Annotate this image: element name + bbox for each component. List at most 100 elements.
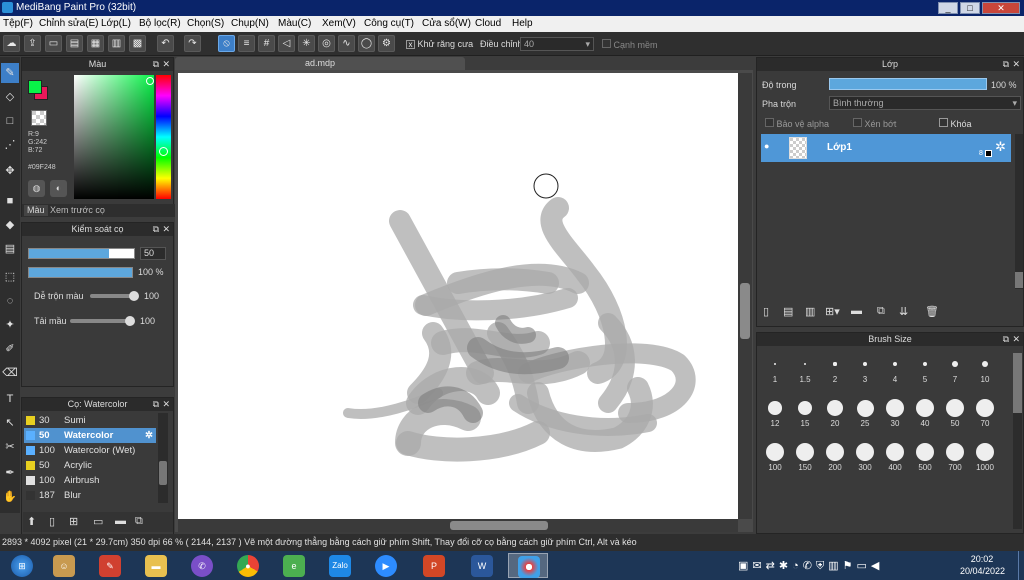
layout-icon[interactable]: ▩ (129, 35, 146, 52)
brush-size-scrollbar[interactable] (1013, 353, 1022, 529)
grid-ruler-icon[interactable]: # (258, 35, 275, 52)
layer-blend-select[interactable]: Bình thường ▾ (829, 96, 1021, 110)
viber-tray-icon[interactable]: ✆ (803, 560, 816, 572)
text-tool-icon[interactable]: T (1, 389, 19, 409)
network-tray-icon[interactable]: ▥ (828, 560, 842, 572)
brush-size-option[interactable]: 2 (821, 353, 849, 384)
gradient-tool-icon[interactable]: ▤ (1, 239, 19, 259)
taskbar-explorer[interactable]: ▬ (136, 553, 176, 578)
soft-edge-checkbox[interactable] (602, 39, 611, 48)
protect-alpha-checkbox[interactable] (765, 118, 774, 127)
layer-opacity-slider[interactable] (829, 78, 987, 90)
close-icon[interactable]: ✕ (162, 398, 170, 411)
lock-checkbox[interactable] (939, 118, 948, 127)
grid-icon[interactable]: ▥ (108, 35, 125, 52)
brush-size-option[interactable]: 500 (911, 441, 939, 472)
tab-color[interactable]: Màu (24, 205, 48, 216)
brush-cloud-icon[interactable]: ⬆ (27, 515, 36, 528)
menu-layer[interactable]: Lớp(L) (101, 18, 131, 29)
brush-size-option[interactable]: 10 (971, 353, 999, 384)
new-halftone-layer-icon[interactable]: ▤ (783, 305, 793, 318)
brush-list-scroll-thumb[interactable] (159, 461, 167, 485)
lock-option[interactable]: Khóa (939, 118, 972, 129)
document-icon[interactable]: ▦ (87, 35, 104, 52)
curve-ruler-icon[interactable]: ∿ (338, 35, 355, 52)
brush-size-option[interactable]: 200 (821, 441, 849, 472)
menu-capture[interactable]: Chụp(N) (231, 18, 269, 29)
brush-size-option[interactable]: 40 (911, 397, 939, 428)
taskbar-viber[interactable]: ✆ (182, 553, 222, 578)
taskbar-chrome[interactable]: ● (228, 553, 268, 578)
shape-tool-icon[interactable]: □ (1, 111, 19, 131)
brush-size-option[interactable]: 25 (851, 397, 879, 428)
brush-size-option[interactable]: 300 (851, 441, 879, 472)
adjust-select[interactable]: 40 ▾ (520, 37, 594, 51)
taskbar-medibang[interactable] (508, 553, 548, 578)
brush-item-sumi[interactable]: 30 Sumi (24, 413, 156, 428)
duplicate-brush-icon[interactable]: ⧉ (135, 515, 143, 528)
taskbar-zoom[interactable]: ▶ (366, 553, 406, 578)
brush-size-slider[interactable] (28, 248, 135, 259)
flag-tray-icon[interactable]: ⚑ (843, 560, 857, 572)
parallel-ruler-icon[interactable]: ≡ (238, 35, 255, 52)
protect-alpha-option[interactable]: Bảo vệ alpha (765, 118, 829, 129)
brush-item-watercolor[interactable]: 50 Watercolor ✲ (24, 428, 156, 443)
teamviewer-tray-icon[interactable]: ⇄ (766, 560, 779, 572)
select-pen-icon[interactable]: ✐ (1, 339, 19, 359)
brush-size-option[interactable]: 3 (851, 353, 879, 384)
float-icon[interactable]: ⧉ (1003, 333, 1009, 346)
ink-slider-handle[interactable] (125, 316, 135, 326)
ruler-settings-icon[interactable]: ⚙ (378, 35, 395, 52)
show-desktop-button[interactable] (1018, 551, 1024, 580)
merge-layer-icon[interactable]: ⇊ (899, 305, 908, 318)
hue-slider[interactable] (156, 75, 171, 199)
no-ruler-icon[interactable]: ⦸ (218, 35, 235, 52)
antialias-option[interactable]: x Khử răng cưa (406, 39, 473, 49)
brush-size-option[interactable]: 1.5 (791, 353, 819, 384)
palette-icon[interactable]: ◍ (28, 180, 45, 197)
messenger-tray-icon[interactable]: ✉ (752, 560, 765, 572)
blend-slider[interactable] (90, 291, 139, 301)
security-tray-icon[interactable]: ⛨ (816, 560, 828, 572)
taskbar-word[interactable]: W (462, 553, 502, 578)
gear-icon[interactable]: ✲ (995, 139, 1006, 155)
canvas-horizontal-scrollbar[interactable] (178, 519, 738, 532)
brush-size-option[interactable]: 70 (971, 397, 999, 428)
brush-size-option[interactable]: 12 (761, 397, 789, 428)
canvas-vertical-scrollbar[interactable] (738, 73, 752, 519)
eyedropper-tool-icon[interactable]: ✒ (1, 463, 19, 483)
hand-tool-icon[interactable]: ✋ (1, 487, 19, 507)
soft-edge-option[interactable]: Cạnh mềm (602, 39, 658, 50)
ink-slider[interactable] (70, 316, 135, 326)
brush-size-option[interactable]: 100 (761, 441, 789, 472)
menu-color[interactable]: Màu(C) (278, 18, 311, 29)
hue-slider-handle[interactable] (159, 147, 168, 156)
clock[interactable]: 20:02 20/04/2022 (960, 553, 1005, 577)
layer-row[interactable]: ● Lớp1 8 ✲ (761, 134, 1011, 162)
close-button[interactable]: ✕ (982, 2, 1020, 14)
menu-edit[interactable]: Chỉnh sửa(E) (39, 18, 99, 29)
float-icon[interactable]: ⧉ (153, 58, 159, 71)
brush-size-value[interactable]: 50 (140, 247, 166, 260)
bucket-tool-icon[interactable]: ◆ (1, 215, 19, 235)
menu-file[interactable]: Tệp(F) (3, 18, 33, 29)
brush-size-option[interactable]: 150 (791, 441, 819, 472)
brush-size-option[interactable]: 15 (791, 397, 819, 428)
horizontal-scroll-thumb[interactable] (450, 521, 548, 530)
taskbar-user-folder[interactable]: ☺ (44, 553, 84, 578)
brush-item-acrylic[interactable]: 50 Acrylic (24, 458, 156, 473)
close-icon[interactable]: ✕ (1012, 58, 1020, 71)
brush-item-blur[interactable]: 187 Blur (24, 488, 156, 503)
duplicate-layer-icon[interactable]: ⧉ (877, 305, 885, 318)
visibility-icon[interactable]: ● (764, 141, 769, 151)
brush-settings-icon[interactable]: ▭ (93, 515, 103, 528)
new-mono-layer-icon[interactable]: ▥ (805, 305, 815, 318)
brush-size-option[interactable]: 1000 (971, 441, 999, 472)
brush-size-option[interactable]: 5 (911, 353, 939, 384)
menu-help[interactable]: Help (512, 18, 533, 29)
move-tool-icon[interactable]: ✥ (1, 161, 19, 181)
tab-brush-preview[interactable]: Xem trước cọ (50, 205, 105, 216)
taskbar-paint[interactable]: ✎ (90, 553, 130, 578)
transparent-color-swatch[interactable] (31, 110, 47, 126)
brush-folder-icon[interactable]: ▬ (115, 515, 126, 527)
